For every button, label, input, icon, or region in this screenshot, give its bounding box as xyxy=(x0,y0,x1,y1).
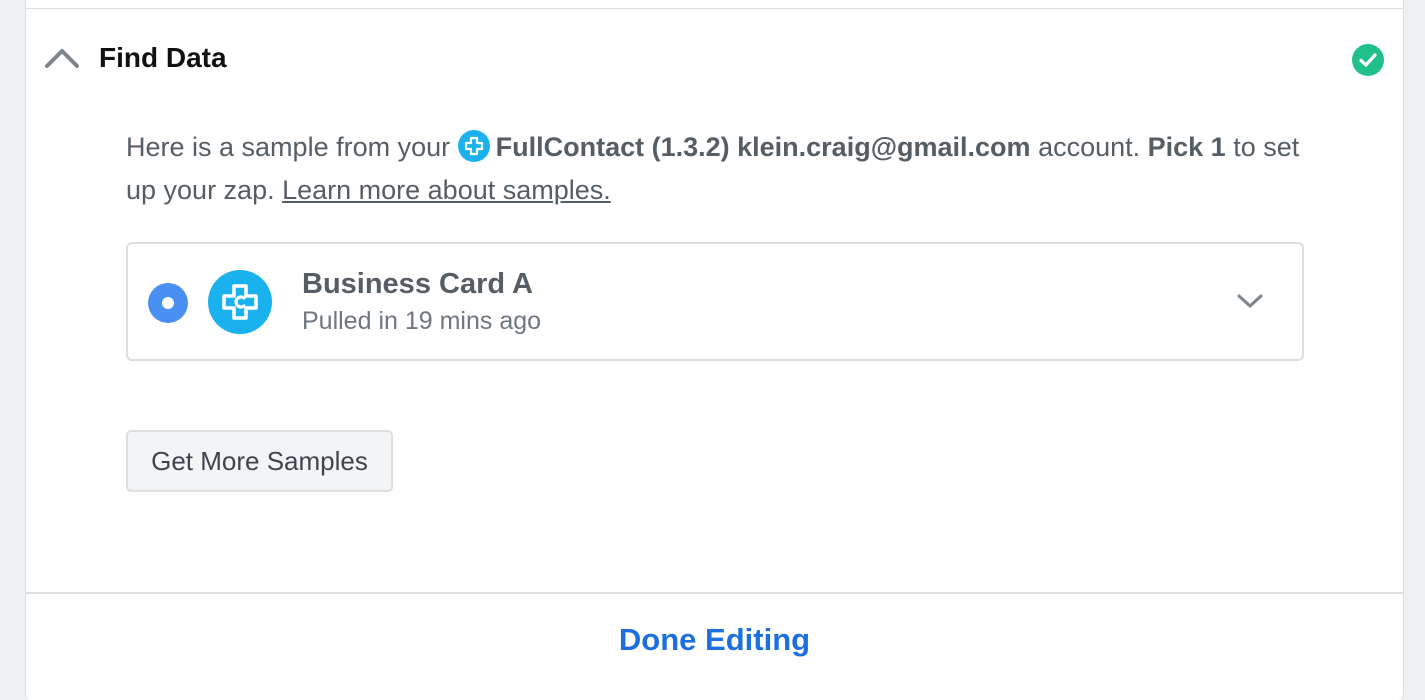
learn-more-link[interactable]: Learn more about samples. xyxy=(282,175,611,205)
get-more-samples-button[interactable]: Get More Samples xyxy=(126,430,393,492)
sample-timestamp: Pulled in 19 mins ago xyxy=(302,307,542,335)
account-name: FullContact (1.3.2) klein.craig@gmail.co… xyxy=(495,132,1031,162)
chevron-down-icon[interactable] xyxy=(1236,292,1264,310)
footer-divider xyxy=(26,592,1403,594)
check-circle-icon xyxy=(1352,44,1384,76)
pick-count: Pick 1 xyxy=(1147,132,1226,162)
chevron-up-icon[interactable] xyxy=(44,46,80,70)
find-data-panel: Find Data Here is a sample from your Ful… xyxy=(25,0,1404,700)
fullcontact-logo-icon xyxy=(457,130,490,162)
description-prefix: Here is a sample from your xyxy=(126,132,458,162)
sample-radio[interactable] xyxy=(148,283,188,323)
section-header[interactable]: Find Data xyxy=(26,30,1403,90)
sample-title: Business Card A xyxy=(302,268,533,300)
description-mid: account. xyxy=(1030,132,1148,162)
done-editing-button[interactable]: Done Editing xyxy=(26,622,1403,658)
sample-item[interactable]: Business Card A Pulled in 19 mins ago xyxy=(126,242,1304,361)
sample-description: Here is a sample from your FullContact (… xyxy=(126,126,1316,212)
fullcontact-logo-icon xyxy=(208,270,272,334)
top-divider xyxy=(26,8,1403,9)
section-title: Find Data xyxy=(99,42,227,73)
